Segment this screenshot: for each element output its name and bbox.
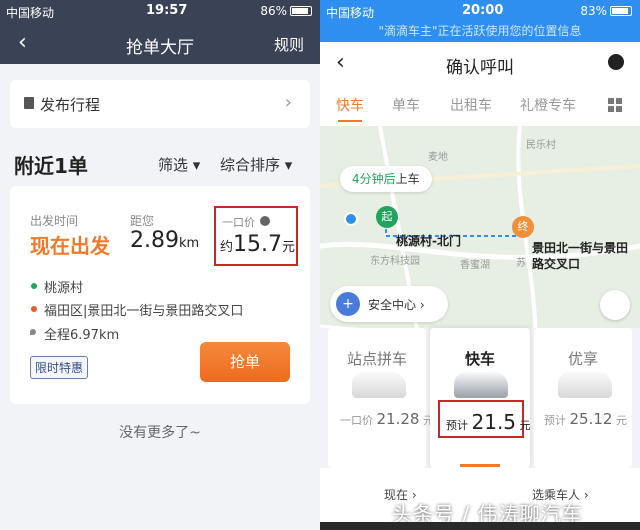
end-place: 景田北一街与景田路交叉口 — [532, 241, 629, 271]
car-option-carpool[interactable]: 站点拼车 一口价 21.28 元 — [328, 328, 434, 468]
map-label: 苏 — [516, 258, 526, 269]
map-label: 麦地 — [428, 152, 448, 163]
safety-center-button[interactable]: + 安全中心 › — [330, 286, 448, 322]
clock: 20:00 — [462, 3, 504, 18]
carrier-label: 中国移动 — [6, 6, 55, 20]
start-pin-icon: 起 — [376, 206, 398, 228]
tab-bike[interactable]: 单车 — [392, 95, 420, 115]
start-place: 桃源村-北门 — [396, 234, 461, 248]
left-screen: 中国移动 19:57 86% ‹ 抢单大厅 规则 发布行程 › 附近1单 筛选 … — [0, 0, 320, 530]
location-banner[interactable]: "滴滴车主"正在活跃使用您的位置信息 — [320, 22, 640, 42]
depart-label: 出发时间 — [30, 214, 79, 228]
depart-value: 现在出发 — [30, 234, 110, 258]
tab-taxi[interactable]: 出租车 — [450, 95, 492, 115]
battery-indicator: 86% — [260, 4, 312, 18]
page-title: 抢单大厅 — [126, 38, 194, 58]
nearby-count: 附近1单 — [14, 154, 88, 178]
right-screen: 中国移动 20:00 83% "滴滴车主"正在活跃使用您的位置信息 ‹ 确认呼叫… — [320, 0, 640, 530]
car-option-name: 优享 — [567, 350, 598, 368]
eta-bubble: 4分钟后上车 — [340, 166, 432, 192]
car-option-price: 一口价 21.28 元 — [340, 410, 434, 428]
nav-bar: ‹ 确认呼叫 — [320, 42, 640, 84]
car-icon — [558, 372, 612, 398]
battery-percent: 86% — [260, 4, 287, 18]
car-option-express[interactable]: 快车 预计 21.5 元 › — [430, 328, 538, 468]
end-pin-icon: 终 — [512, 216, 534, 238]
distance-value: 2.89km — [130, 228, 200, 253]
car-options: 站点拼车 一口价 21.28 元 快车 预计 21.5 元 › 优享 预计 25… — [320, 328, 640, 468]
status-bar: 中国移动 19:57 86% — [0, 0, 320, 22]
bottom-dark-bar — [320, 522, 640, 530]
rules-link[interactable]: 规则 — [274, 34, 304, 55]
end-dot-icon — [31, 306, 37, 312]
start-dot-icon — [31, 283, 37, 289]
page-title: 确认呼叫 — [446, 58, 514, 78]
carrier-label: 中国移动 — [326, 6, 375, 20]
battery-percent: 83% — [580, 4, 607, 18]
map-label: 东方科技园 — [370, 256, 420, 267]
shield-icon: + — [336, 292, 360, 316]
tab-express[interactable]: 快车 — [336, 95, 364, 115]
price-value: 约15.7元 — [220, 232, 296, 257]
express-price-box: 预计 21.5 元 › — [438, 400, 538, 438]
map-label: 民乐村 — [526, 140, 556, 151]
locate-icon[interactable] — [600, 290, 630, 320]
current-location-icon — [344, 212, 358, 226]
end-address: 福田区|景田北一街与景田路交叉口 — [44, 304, 244, 319]
car-option-name: 快车 — [464, 350, 495, 368]
info-icon — [260, 216, 270, 226]
nav-bar: ‹ 抢单大厅 规则 — [0, 22, 320, 64]
battery-icon — [610, 6, 632, 16]
bottom-options: 现在 › 选乘车人 › 头条号 / 伟涛聊汽车 — [320, 468, 640, 530]
publish-trip-row[interactable]: 发布行程 › — [10, 80, 310, 128]
document-icon — [24, 97, 34, 109]
price-label: 一口价 — [222, 216, 255, 229]
distance-label: 距您 — [130, 214, 155, 228]
tab-premier[interactable]: 礼橙专车 — [520, 95, 576, 115]
service-tabs: 快车 单车 出租车 礼橙专车 — [320, 84, 640, 126]
battery-indicator: 83% — [580, 4, 632, 18]
safety-center-label: 安全中心 › — [368, 298, 425, 312]
selected-indicator — [460, 464, 500, 467]
car-option-price: 预计 25.12 元 — [544, 410, 627, 428]
car-icon — [454, 372, 508, 398]
start-address: 桃源村 — [44, 281, 84, 296]
promo-badge: 限时特惠 — [30, 356, 89, 379]
filter-dropdown[interactable]: 筛选 ▾ — [158, 154, 200, 175]
more-grid-icon[interactable] — [608, 98, 622, 112]
active-tab-indicator — [338, 120, 362, 122]
clock: 19:57 — [146, 3, 188, 18]
publish-trip-label: 发布行程 — [40, 96, 101, 114]
price-box: 一口价 约15.7元 — [214, 206, 298, 266]
order-card[interactable]: 出发时间 现在出发 距您 2.89km 一口价 约15.7元 桃源村 福田区|景… — [10, 186, 310, 404]
car-option-name: 站点拼车 — [346, 350, 407, 368]
location-pin-icon — [30, 329, 36, 335]
total-distance: 全程6.97km — [44, 328, 120, 343]
battery-icon — [290, 6, 312, 16]
grab-order-button[interactable]: 抢单 — [200, 342, 290, 382]
car-icon — [352, 372, 406, 398]
chevron-right-icon: › — [284, 92, 292, 113]
status-bar: 中国移动 20:00 83% — [320, 0, 640, 22]
no-more-text: 没有更多了~ — [119, 425, 201, 441]
car-option-price: 预计 21.5 元 › — [446, 410, 539, 434]
map-label: 香蜜湖 — [460, 260, 490, 271]
sort-dropdown[interactable]: 综合排序 ▾ — [220, 154, 292, 175]
car-option-premium[interactable]: 优享 预计 25.12 元 — [534, 328, 632, 468]
message-icon[interactable] — [608, 54, 624, 70]
